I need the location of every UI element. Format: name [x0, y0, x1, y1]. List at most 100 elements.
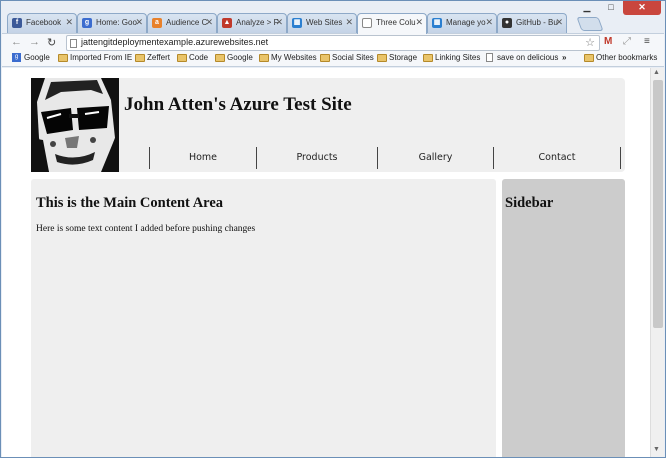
bookmark-storage[interactable]: Storage [377, 53, 417, 62]
bookmark-label: Imported From IE [70, 53, 133, 62]
close-icon[interactable]: ✕ [345, 17, 353, 28]
nav-products[interactable]: Products [256, 147, 377, 169]
close-icon[interactable]: ✕ [135, 17, 143, 28]
nav-divider [620, 147, 621, 169]
url-text: jattengitdeploymentexample.azurewebsites… [81, 37, 269, 47]
tab-label: Audience C [166, 18, 208, 27]
address-bar[interactable]: jattengitdeploymentexample.azurewebsites… [66, 35, 600, 51]
extension-icon[interactable]: ⤢ [623, 36, 631, 47]
tab-label: Three Colu [376, 18, 416, 27]
folder-icon [135, 54, 145, 62]
folder-icon [215, 54, 225, 62]
toolbar: ← → ↻ jattengitdeploymentexample.azurewe… [2, 33, 664, 51]
bookmark-zeffert[interactable]: Zeffert [135, 53, 170, 62]
other-bookmarks[interactable]: Other bookmarks [584, 53, 657, 62]
facebook-icon: f [12, 18, 22, 28]
close-icon[interactable]: ✕ [415, 17, 423, 28]
tab-web-sites[interactable]: ▦ Web Sites ✕ [287, 13, 357, 33]
bookmark-linking-sites[interactable]: Linking Sites [423, 53, 480, 62]
scroll-up-icon[interactable]: ▲ [653, 69, 660, 76]
tab-github[interactable]: ● GitHub - Bu ✕ [497, 13, 567, 33]
main-content: This is the Main Content Area Here is so… [31, 179, 496, 457]
bookmark-google-folder[interactable]: Google [215, 53, 253, 62]
tab-audience[interactable]: a Audience C ✕ [147, 13, 217, 33]
window-controls: ▁ □ ✕ [575, 1, 661, 15]
page-icon [486, 53, 493, 62]
nav-contact[interactable]: Contact [493, 147, 620, 169]
site-title: John Atten's Azure Test Site [124, 94, 352, 115]
bookmark-google[interactable]: g Google [12, 53, 50, 62]
vertical-scrollbar[interactable]: ▲ ▼ [650, 68, 664, 457]
sidebar-heading: Sidebar [505, 195, 554, 211]
close-icon[interactable]: ✕ [275, 17, 283, 28]
github-icon: ● [502, 18, 512, 28]
bookmark-my-websites[interactable]: My Websites [259, 53, 317, 62]
close-icon[interactable]: ✕ [65, 17, 73, 28]
site-header: John Atten's Azure Test Site Home Produc… [31, 78, 625, 172]
folder-icon [377, 54, 387, 62]
author-photo [31, 78, 119, 172]
minimize-icon[interactable]: ▁ [575, 1, 599, 15]
windows-icon: ▦ [292, 18, 302, 28]
folder-icon [58, 54, 68, 62]
bookmark-label: Code [189, 53, 209, 62]
back-icon[interactable]: ← [11, 36, 22, 48]
folder-icon [259, 54, 269, 62]
close-icon[interactable]: ✕ [205, 17, 213, 28]
new-tab-button[interactable] [576, 17, 604, 31]
page-icon [362, 18, 372, 28]
folder-icon [584, 54, 594, 62]
google-icon: g [12, 53, 21, 62]
bookmark-label: My Websites [271, 53, 317, 62]
close-icon[interactable]: ✕ [485, 17, 493, 28]
bookmark-label: Storage [389, 53, 418, 62]
scroll-down-icon[interactable]: ▼ [653, 446, 660, 453]
tab-facebook[interactable]: f Facebook ✕ [7, 13, 77, 33]
folder-icon [320, 54, 330, 62]
bookmark-code[interactable]: Code [177, 53, 208, 62]
page-viewport: John Atten's Azure Test Site Home Produc… [2, 68, 664, 457]
tab-three-column[interactable]: Three Colu ✕ [357, 13, 427, 34]
star-icon[interactable]: ☆ [585, 36, 595, 49]
tab-label: GitHub - Bu [516, 18, 558, 27]
sidebar: Sidebar [502, 179, 625, 457]
close-window-icon[interactable]: ✕ [623, 1, 661, 15]
tab-label: Analyze > F [236, 18, 279, 27]
analyze-icon: ▲ [222, 18, 232, 28]
nav-gallery[interactable]: Gallery [377, 147, 493, 169]
main-heading: This is the Main Content Area [36, 195, 224, 211]
tab-strip: f Facebook ✕ g Home: Goo ✕ a Audience C … [7, 13, 657, 34]
scrollbar-thumb[interactable] [653, 80, 663, 328]
bookmark-label: Google [24, 53, 50, 62]
tab-label: Manage yo [446, 18, 486, 27]
bookmark-label: Social Sites [332, 53, 374, 62]
forward-icon[interactable]: → [29, 36, 40, 48]
reload-icon[interactable]: ↻ [47, 36, 56, 49]
tab-label: Web Sites [306, 18, 343, 27]
tab-label: Facebook [26, 18, 62, 27]
tab-manage[interactable]: ▦ Manage yo ✕ [427, 13, 497, 33]
folder-icon [423, 54, 433, 62]
folder-icon [177, 54, 187, 62]
tab-analyze[interactable]: ▲ Analyze > F ✕ [217, 13, 287, 33]
maximize-icon[interactable]: □ [599, 1, 623, 15]
bookmark-label: Google [227, 53, 253, 62]
windows-icon: ▦ [432, 18, 442, 28]
nav-home[interactable]: Home [149, 147, 256, 169]
bookmark-label: Zeffert [147, 53, 170, 62]
bookmark-save-on-delicious[interactable]: save on delicious [485, 53, 558, 62]
bookmark-imported-from-ie[interactable]: Imported From IE [58, 53, 132, 62]
bookmark-label: Other bookmarks [596, 53, 658, 62]
bookmarks-bar: g Google Imported From IE Zeffert Code Go… [2, 51, 664, 67]
google-icon: g [82, 18, 92, 28]
analytics-icon: a [152, 18, 162, 28]
bookmark-label: Linking Sites [435, 53, 481, 62]
bookmarks-overflow-button[interactable]: » [562, 53, 566, 62]
tab-home-google[interactable]: g Home: Goo ✕ [77, 13, 147, 33]
bookmark-social-sites[interactable]: Social Sites [320, 53, 374, 62]
gmail-icon[interactable]: M [604, 36, 612, 47]
tab-label: Home: Goo [96, 18, 137, 27]
menu-icon[interactable]: ≡ [644, 36, 650, 47]
close-icon[interactable]: ✕ [555, 17, 563, 28]
bookmark-label: save on delicious [497, 53, 559, 62]
